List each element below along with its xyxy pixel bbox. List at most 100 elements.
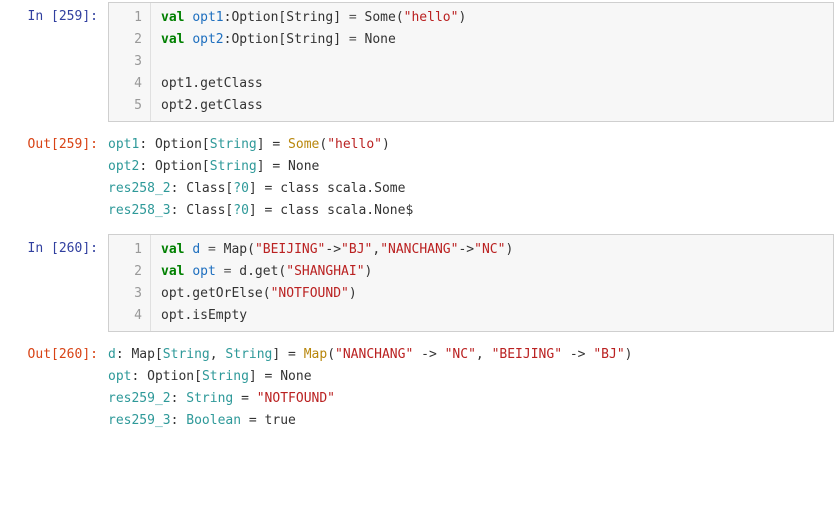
line-number: 2 <box>109 29 142 51</box>
line-number-gutter: 12345 <box>109 3 151 121</box>
code-token: "BEIJING" <box>255 242 325 257</box>
output-token: "BJ" <box>593 347 624 362</box>
output-token: opt2 <box>108 159 139 174</box>
output-line: res258_3: Class[?0] = class scala.None$ <box>108 200 830 222</box>
code-line[interactable]: opt.getOrElse("NOTFOUND") <box>161 283 823 305</box>
output-token: ] = <box>257 137 288 152</box>
output-token: "BEIJING" <box>492 347 562 362</box>
output-token: "NANCHANG" <box>335 347 413 362</box>
output-cell: Out[259]:opt1: Option[String] = Some("he… <box>0 128 840 232</box>
code-token: :Option[String] <box>224 10 349 25</box>
code-token: opt.getOrElse( <box>161 286 271 301</box>
code-token: None <box>357 32 396 47</box>
output-token: : Map[ <box>116 347 163 362</box>
code-line[interactable]: val opt1:Option[String] = Some("hello") <box>161 7 823 29</box>
output-token: String <box>210 159 257 174</box>
output-token: : <box>171 391 187 406</box>
notebook: In [259]:12345val opt1:Option[String] = … <box>0 0 840 442</box>
input-prompt: In [260]: <box>0 232 108 338</box>
code-line[interactable]: val opt = d.get("SHANGHAI") <box>161 261 823 283</box>
code-token: ) <box>349 286 357 301</box>
output-line: res259_3: Boolean = true <box>108 410 830 432</box>
code-line[interactable] <box>161 51 823 73</box>
output-token: = <box>233 391 256 406</box>
output-cell: Out[260]:d: Map[String, String] = Map("N… <box>0 338 840 442</box>
output-token: ) <box>382 137 390 152</box>
code-token: ) <box>458 10 466 25</box>
output-line: opt1: Option[String] = Some("hello") <box>108 134 830 156</box>
output-token: ] = None <box>249 369 312 384</box>
code-content[interactable]: val opt1:Option[String] = Some("hello")v… <box>151 3 833 121</box>
code-token: opt2.getClass <box>161 98 263 113</box>
output-token: : Option[ <box>131 369 201 384</box>
code-token: opt1 <box>192 10 223 25</box>
code-token: opt.isEmpty <box>161 308 247 323</box>
output-token: ] = <box>272 347 303 362</box>
output-token: : Class[ <box>171 203 234 218</box>
line-number: 2 <box>109 261 142 283</box>
line-number: 4 <box>109 305 142 327</box>
output-content: d: Map[String, String] = Map("NANCHANG" … <box>108 338 840 442</box>
code-token: ) <box>365 264 373 279</box>
code-token: "NANCHANG" <box>380 242 458 257</box>
code-token: opt2 <box>192 32 223 47</box>
code-token: val <box>161 242 184 257</box>
code-token: = <box>349 10 357 25</box>
code-token <box>216 264 224 279</box>
code-line[interactable]: opt.isEmpty <box>161 305 823 327</box>
code-token: "NOTFOUND" <box>271 286 349 301</box>
output-token: "NC" <box>445 347 476 362</box>
line-number: 4 <box>109 73 142 95</box>
output-token: ] = None <box>257 159 320 174</box>
input-prompt: In [259]: <box>0 0 108 128</box>
code-line[interactable]: opt2.getClass <box>161 95 823 117</box>
output-token: : Class[ <box>171 181 234 196</box>
code-line[interactable]: val d = Map("BEIJING"->"BJ","NANCHANG"->… <box>161 239 823 261</box>
output-token: res258_3 <box>108 203 171 218</box>
output-prompt: Out[260]: <box>0 338 108 442</box>
output-line: res258_2: Class[?0] = class scala.Some <box>108 178 830 200</box>
code-token: opt <box>192 264 215 279</box>
code-token: "NC" <box>474 242 505 257</box>
code-token: :Option[String] <box>224 32 349 47</box>
code-token: val <box>161 264 184 279</box>
code-editor[interactable]: 1234 val d = Map("BEIJING"->"BJ","NANCHAN… <box>108 234 834 332</box>
code-token: , <box>372 242 380 257</box>
output-token: Some <box>288 137 319 152</box>
output-token: String <box>202 369 249 384</box>
output-token: ] = class scala.Some <box>249 181 406 196</box>
code-editor[interactable]: 12345val opt1:Option[String] = Some("hel… <box>108 2 834 122</box>
code-token: Map( <box>216 242 255 257</box>
line-number: 1 <box>109 239 142 261</box>
line-number: 1 <box>109 7 142 29</box>
output-token: res259_2 <box>108 391 171 406</box>
code-token: opt1.getClass <box>161 76 263 91</box>
output-token: : Option[ <box>139 159 209 174</box>
output-content: opt1: Option[String] = Some("hello") opt2… <box>108 128 840 232</box>
code-token: "hello" <box>404 10 459 25</box>
code-token: d.get( <box>231 264 286 279</box>
output-line: d: Map[String, String] = Map("NANCHANG" … <box>108 344 830 366</box>
line-number: 5 <box>109 95 142 117</box>
line-number: 3 <box>109 51 142 73</box>
code-content[interactable]: val d = Map("BEIJING"->"BJ","NANCHANG"->… <box>151 235 833 331</box>
output-token: Map <box>304 347 327 362</box>
line-number: 3 <box>109 283 142 305</box>
output-prompt: Out[259]: <box>0 128 108 232</box>
code-token: val <box>161 10 184 25</box>
output-token: ?0 <box>233 203 249 218</box>
output-token: Boolean <box>186 413 241 428</box>
output-token: , <box>476 347 492 362</box>
output-token: ?0 <box>233 181 249 196</box>
input-cell: In [259]:12345val opt1:Option[String] = … <box>0 0 840 128</box>
output-token: ( <box>319 137 327 152</box>
output-token: "NOTFOUND" <box>257 391 335 406</box>
line-number-gutter: 1234 <box>109 235 151 331</box>
code-token <box>200 242 208 257</box>
code-line[interactable]: opt1.getClass <box>161 73 823 95</box>
code-line[interactable]: val opt2:Option[String] = None <box>161 29 823 51</box>
code-token: ) <box>505 242 513 257</box>
output-token: ] = class scala.None$ <box>249 203 413 218</box>
output-token: -> <box>562 347 593 362</box>
code-token: = <box>349 32 357 47</box>
